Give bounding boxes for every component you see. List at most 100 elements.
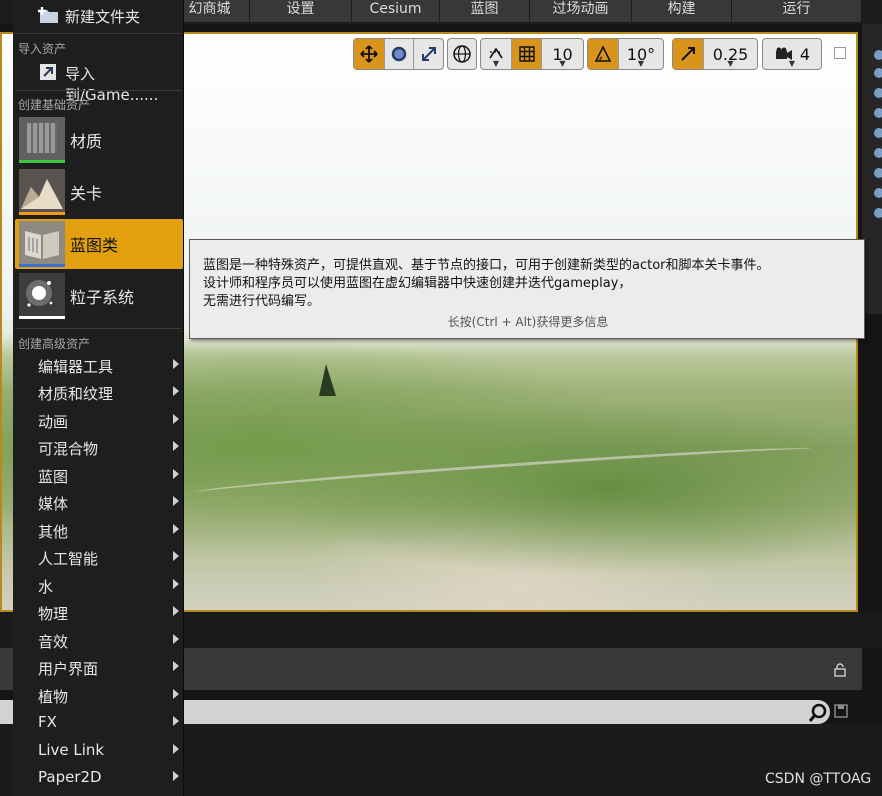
menu-item-blueprint-class[interactable]: 蓝图类: [15, 219, 183, 269]
submenu-media[interactable]: 媒体: [13, 490, 183, 516]
grid-snap-group: ▼ 10 ▼: [480, 38, 584, 70]
save-search-icon[interactable]: [834, 704, 848, 718]
transform-tools: [353, 38, 444, 70]
world-local-toggle[interactable]: [447, 38, 477, 70]
actor-icon[interactable]: [874, 168, 882, 178]
toolbar-play[interactable]: 运行: [732, 0, 862, 22]
chevron-down-icon: ▼: [559, 59, 566, 68]
blueprint-class-tooltip: 蓝图是一种特殊资产，可提供直观、基于节点的接口，可用于创建新类型的actor和脚…: [189, 239, 865, 339]
actor-icon[interactable]: [874, 88, 882, 98]
particle-icon: [19, 273, 65, 319]
tooltip-hint: 长按(Ctrl + Alt)获得更多信息: [447, 315, 609, 329]
chevron-down-icon: ▼: [637, 59, 645, 68]
toolbar-settings[interactable]: 设置: [250, 0, 352, 22]
submenu-misc[interactable]: 其他: [13, 518, 183, 544]
scale-snap-value-dropdown[interactable]: 0.25 ▼: [703, 39, 757, 69]
submenu-arrow-icon: [173, 661, 179, 671]
submenu-physics[interactable]: 物理: [13, 600, 183, 626]
submenu-arrow-icon: [173, 441, 179, 451]
scale-snap-icon: [681, 47, 695, 61]
menu-divider: [15, 90, 181, 91]
submenu-fx[interactable]: FX: [13, 710, 183, 736]
menu-item-label: 用户界面: [38, 660, 99, 678]
maximize-viewport-icon[interactable]: [834, 47, 846, 59]
menu-item-label: 植物: [38, 688, 69, 706]
toolbar-cesium[interactable]: Cesium: [352, 0, 440, 22]
submenu-live-link[interactable]: Live Link: [13, 738, 183, 764]
actor-icon[interactable]: [874, 208, 882, 218]
menu-item-new-folder[interactable]: 新建文件夹: [13, 3, 183, 29]
menu-item-label: 物理: [38, 605, 69, 623]
actor-icon[interactable]: [874, 148, 882, 158]
actor-icon[interactable]: [874, 188, 882, 198]
submenu-animation[interactable]: 动画: [13, 408, 183, 434]
actor-icon[interactable]: [874, 50, 882, 60]
submenu-arrow-icon: [173, 579, 179, 589]
spawn-marker[interactable]: [319, 364, 336, 396]
grid-snap-toggle[interactable]: [511, 39, 541, 69]
section-header-import: 导入资产: [18, 42, 67, 56]
menu-item-label: Paper2D: [38, 768, 102, 786]
translate-tool-button[interactable]: [354, 39, 384, 69]
level-icon: [19, 169, 65, 215]
import-icon: [40, 64, 56, 80]
search-icon[interactable]: [808, 703, 828, 723]
section-header-basic: 创建基础资产: [18, 98, 91, 112]
submenu-blendables[interactable]: 可混合物: [13, 435, 183, 461]
angle-icon: [594, 45, 612, 62]
submenu-user-interface[interactable]: 用户界面: [13, 655, 183, 681]
grid-icon: [518, 46, 535, 62]
menu-item-label: 材质: [70, 132, 103, 151]
toolbar-blueprints[interactable]: 蓝图: [440, 0, 530, 22]
menu-item-level[interactable]: 关卡: [15, 167, 183, 217]
scale-tool-button[interactable]: [413, 39, 443, 69]
submenu-arrow-icon: [173, 716, 179, 726]
menu-item-label: 蓝图: [38, 468, 69, 486]
menu-item-material[interactable]: 材质: [15, 115, 183, 165]
submenu-foliage[interactable]: 植物: [13, 683, 183, 709]
submenu-sounds[interactable]: 音效: [13, 628, 183, 654]
menu-item-label: Live Link: [38, 741, 105, 759]
scale-icon: [421, 47, 436, 61]
menu-item-label: 水: [38, 578, 54, 596]
submenu-editor-tools[interactable]: 编辑器工具: [13, 353, 183, 379]
menu-item-import[interactable]: 导入到/Game......: [13, 60, 183, 104]
submenu-water[interactable]: 水: [13, 573, 183, 599]
add-new-menu: 新建文件夹 导入资产 导入到/Game...... 创建基础资产 材质 关卡 蓝…: [13, 0, 184, 796]
submenu-blueprint[interactable]: 蓝图: [13, 463, 183, 489]
menu-item-label: 音效: [38, 633, 69, 651]
submenu-ai[interactable]: 人工智能: [13, 545, 183, 571]
rotation-snap-value-dropdown[interactable]: 10° ▼: [618, 39, 663, 69]
menu-item-particle-system[interactable]: 粒子系统: [15, 271, 183, 321]
menu-item-label: 编辑器工具: [38, 358, 114, 376]
menu-item-label: 关卡: [70, 184, 103, 203]
actor-icon[interactable]: [874, 108, 882, 118]
tooltip-line-2: 设计师和程序员可以使用蓝图在虚幻编辑器中快速创建并迭代gameplay，: [203, 276, 632, 291]
rotate-tool-button[interactable]: [383, 39, 414, 69]
rotation-snap-toggle[interactable]: [588, 39, 618, 69]
submenu-paper2d[interactable]: Paper2D: [13, 765, 183, 791]
menu-item-label: 其他: [38, 523, 69, 541]
level-type-bar: [19, 212, 65, 215]
blueprint-type-bar: [19, 264, 65, 267]
menu-item-label: FX: [38, 713, 57, 731]
lock-icon[interactable]: [833, 663, 847, 677]
toolbar-cinematics[interactable]: 过场动画: [530, 0, 632, 22]
actor-icon[interactable]: [874, 128, 882, 138]
rotation-snap-group: 10° ▼: [587, 38, 664, 70]
tooltip-line-3: 无需进行代码编写。: [203, 294, 321, 309]
camera-speed-dropdown[interactable]: 4 ▼: [762, 38, 822, 70]
material-type-bar: [19, 160, 65, 163]
particle-type-bar: [19, 316, 65, 319]
rotate-icon: [391, 46, 407, 62]
chevron-down-icon: ▼: [727, 59, 734, 68]
grid-snap-value-dropdown[interactable]: 10 ▼: [541, 39, 583, 69]
surface-snap-button[interactable]: ▼: [481, 39, 511, 69]
outliner-strip: [862, 24, 882, 314]
menu-item-label: 粒子系统: [70, 288, 135, 307]
toolbar-build[interactable]: 构建: [632, 0, 732, 22]
folder-add-icon: [38, 7, 58, 23]
submenu-materials-textures[interactable]: 材质和纹理: [13, 380, 183, 406]
scale-snap-toggle[interactable]: [673, 39, 703, 69]
actor-icon[interactable]: [874, 68, 882, 78]
